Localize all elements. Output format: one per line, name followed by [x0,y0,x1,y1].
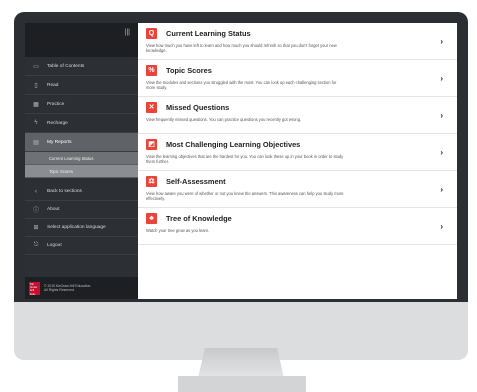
sidebar-item-label: Logout [47,243,62,248]
scale-icon: ⚖ [146,175,157,187]
about-button[interactable]: ⓘ About [25,201,138,219]
sidebar-item-read[interactable]: ▯ Read [25,76,138,95]
monitor-stand-neck [198,348,284,378]
sidebar-item-label: Read [47,82,59,88]
chevron-right-icon[interactable]: › [440,222,443,231]
report-icon: ▤ [33,139,39,146]
report-title: Missed Questions [166,102,230,112]
report-item-self-assessment[interactable]: ⚖ Self-Assessment View how aware you wer… [138,171,457,208]
report-title: Self-Assessment [166,176,226,186]
menu-icon[interactable]: ||| [125,29,130,36]
sidebar-header: ||| [25,23,138,57]
report-item-challenging-objectives[interactable]: ◩ Most Challenging Learning Objectives V… [138,134,457,171]
sidebar-bottom: ‹ Back to sections ⓘ About ⊞ Select appl… [25,183,138,255]
grid-icon: ▦ [33,101,39,108]
reports-list: Q Current Learning Status View how much … [138,23,457,299]
report-description: View the modules and sections you strugg… [146,80,337,90]
report-description: View the learning objectives that are th… [146,154,344,164]
sidebar-item-practice[interactable]: ▦ Practice [25,95,138,114]
chevron-right-icon[interactable]: › [440,74,443,83]
chevron-right-icon[interactable]: › [440,111,443,120]
report-title: Most Challenging Learning Objectives [166,139,301,149]
language-icon: ⊞ [33,225,39,231]
tree-icon: ♣ [146,212,157,224]
chevron-right-icon[interactable]: › [440,185,443,194]
info-icon: ⓘ [32,208,39,214]
sidebar-item-recharge[interactable]: ϟ Recharge [25,114,138,133]
folder-icon: ▭ [33,63,39,70]
copyright-line: All Rights Reserved. [44,288,75,292]
logout-button[interactable]: ⎋ Logout [25,237,138,255]
sidebar-item-label: Recharge [47,120,68,126]
chevron-right-icon[interactable]: › [440,148,443,157]
sidebar-item-label: Select application language [47,225,106,230]
monitor: ||| ▭ Table of Contents ▯ Read ▦ Practic… [14,12,468,360]
monitor-bezel: ||| ▭ Table of Contents ▯ Read ▦ Practic… [14,12,468,302]
document-icon: ▯ [34,82,38,89]
report-description: Watch your tree grow as you learn. [146,228,210,233]
sidebar-item-label: My Reports [47,139,72,145]
publisher-logo: Mc Graw Hill Edu [29,281,40,295]
logout-icon: ⎋ [33,242,39,248]
copyright-text: © 2015 McGraw-Hill Education. All Rights… [44,284,91,293]
report-item-tree-of-knowledge[interactable]: ♣ Tree of Knowledge Watch your tree grow… [138,208,457,245]
x-mark-icon: ✕ [146,101,157,113]
report-item-missed-questions[interactable]: ✕ Missed Questions View frequently misse… [138,97,457,134]
sidebar-item-label: Back to sections [47,189,82,194]
report-description: View frequently missed questions. You ca… [146,117,302,122]
sidebar-item-table-of-contents[interactable]: ▭ Table of Contents [25,57,138,76]
sidebar-subitem-topic-scores[interactable]: Topic Scores [25,165,138,178]
back-to-sections-button[interactable]: ‹ Back to sections [25,183,138,201]
chevron-left-icon: ‹ [35,188,37,195]
report-description: View how aware you were of whether or no… [146,191,344,201]
sidebar-subitem-current-learning-status[interactable]: Current Learning Status [25,152,138,165]
report-item-topic-scores[interactable]: % Topic Scores View the modules and sect… [138,60,457,97]
report-item-current-learning-status[interactable]: Q Current Learning Status View how much … [138,23,457,60]
chevron-right-icon[interactable]: › [440,37,443,46]
report-title: Current Learning Status [166,28,251,38]
lightning-icon: ϟ [34,120,38,126]
sidebar-subitem-label: Topic Scores [49,168,73,174]
percent-icon: % [146,64,157,76]
sidebar-item-my-reports[interactable]: ▤ My Reports [25,133,138,152]
sidebar: ||| ▭ Table of Contents ▯ Read ▦ Practic… [25,23,142,299]
monitor-stand-base [178,376,306,392]
sidebar-subitem-label: Current Learning Status [49,155,94,161]
sidebar-item-label: Practice [47,101,65,107]
sidebar-footer: Mc Graw Hill Edu © 2015 McGraw-Hill Educ… [25,277,142,299]
sidebar-item-label: Table of Contents [47,63,85,69]
sidebar-item-label: About [47,207,60,212]
report-title: Tree of Knowledge [166,213,232,223]
app-screen: ||| ▭ Table of Contents ▯ Read ▦ Practic… [25,23,457,299]
report-title: Topic Scores [166,65,212,75]
target-icon: ◩ [146,138,157,150]
learning-status-icon: Q [146,27,157,39]
select-language-button[interactable]: ⊞ Select application language [25,219,138,237]
report-description: View how much you have left to learn and… [146,43,337,53]
